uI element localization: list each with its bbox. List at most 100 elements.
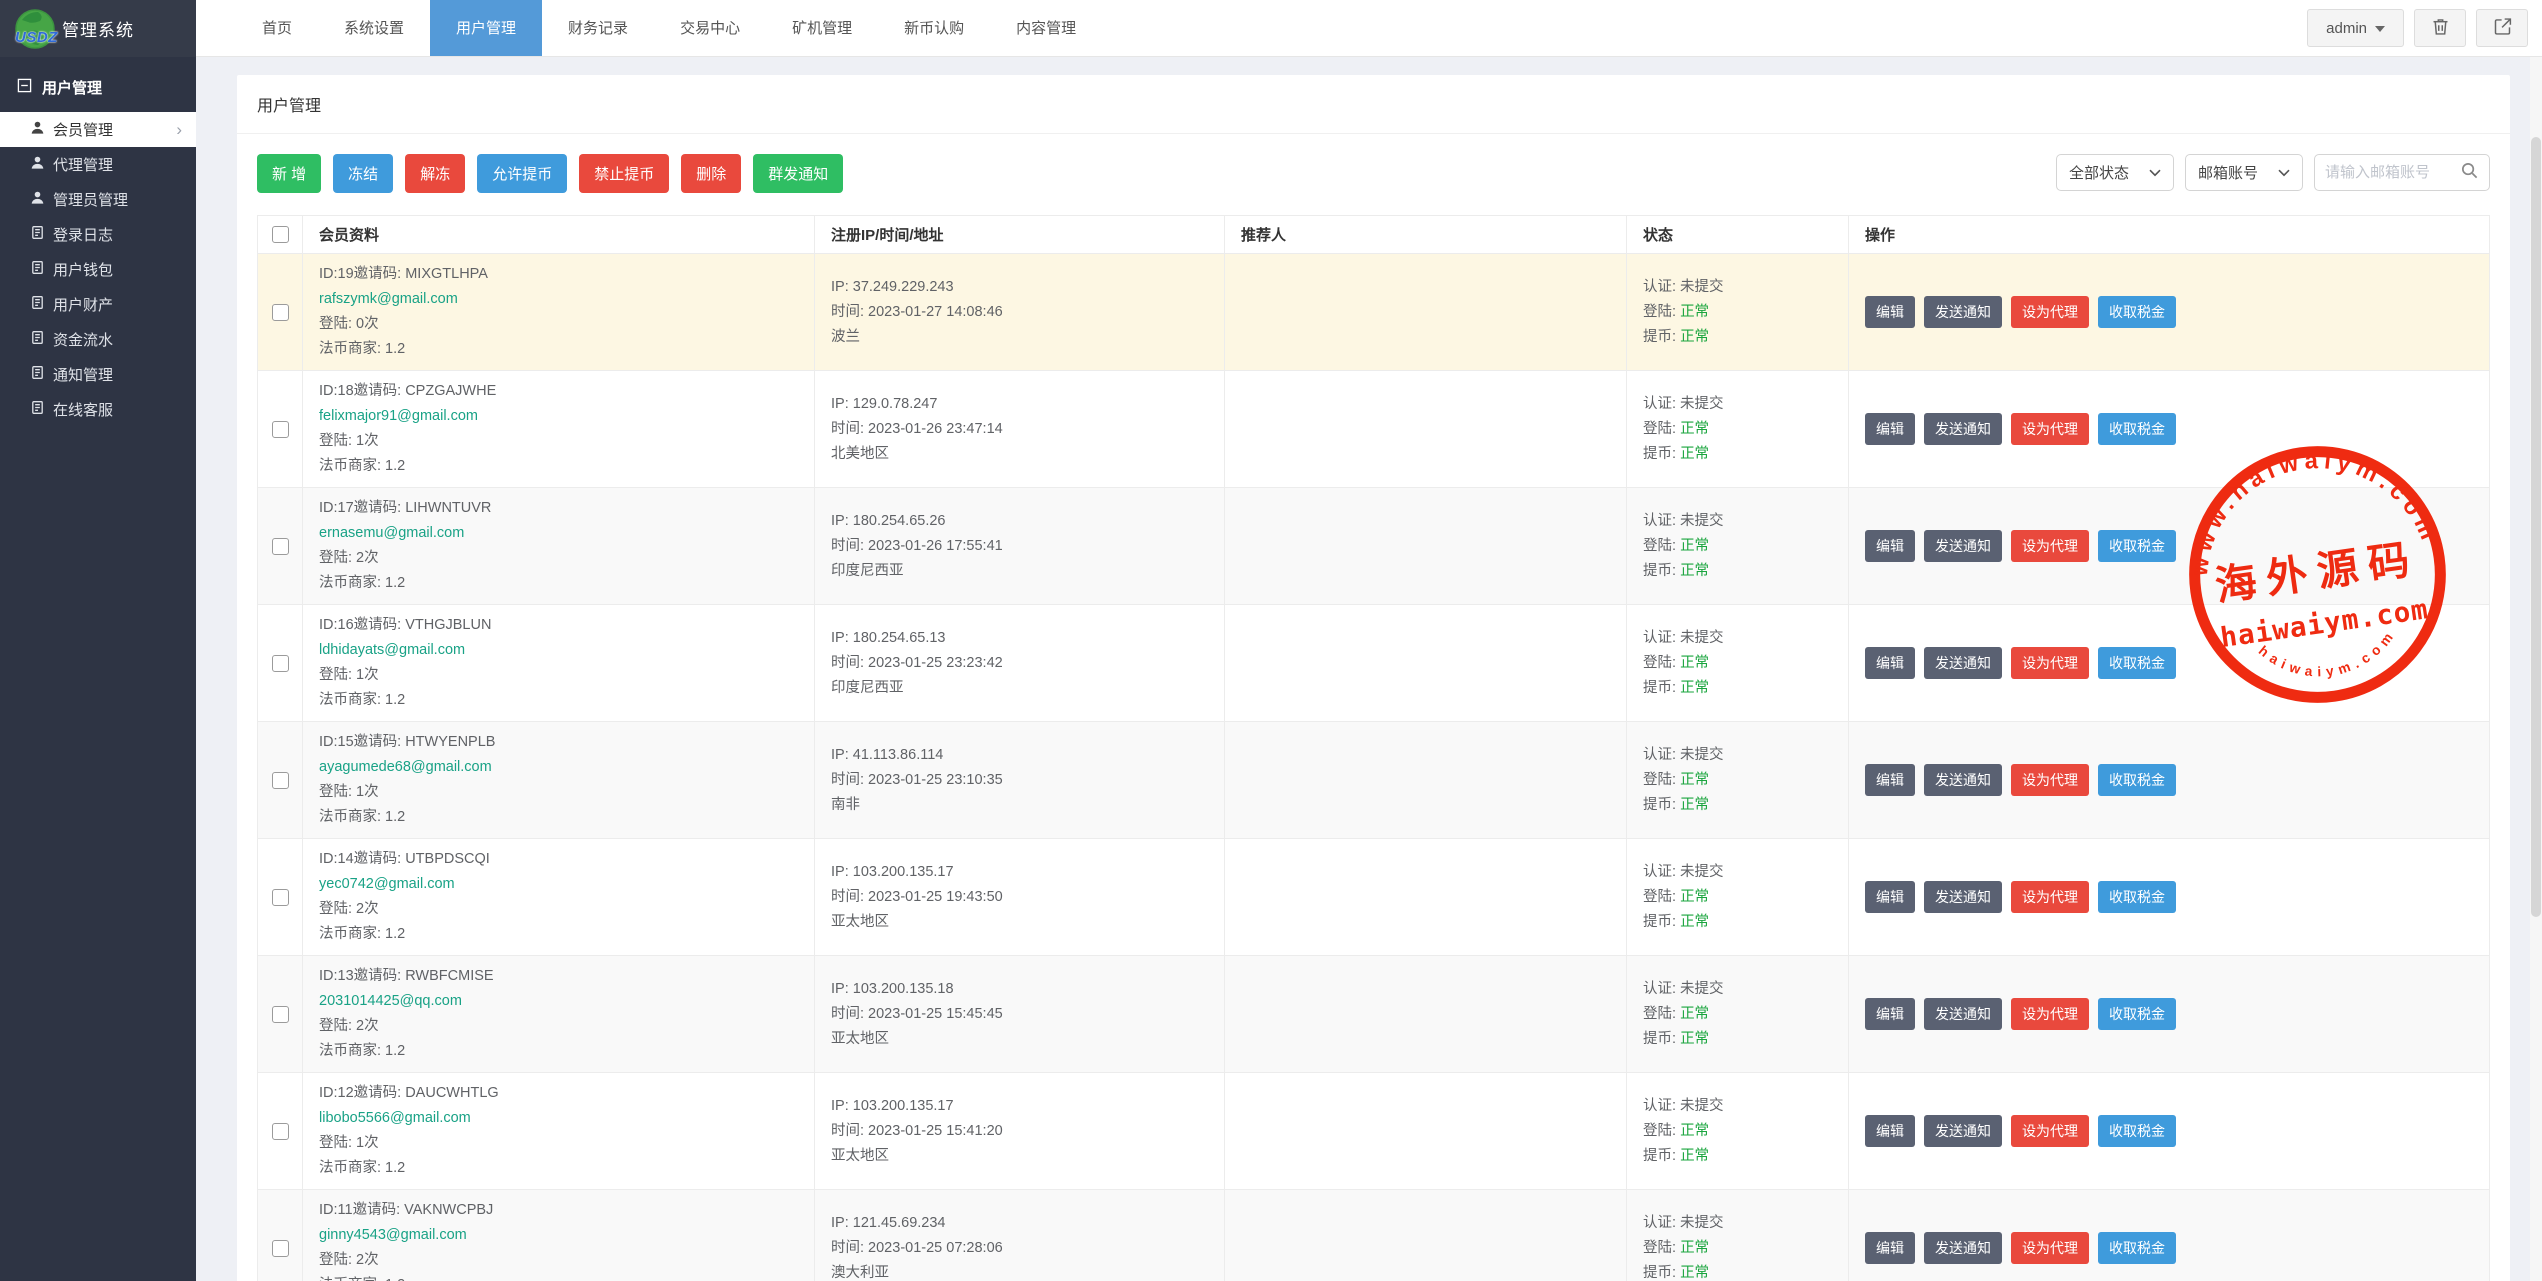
nav-tab-content-management[interactable]: 内容管理 <box>990 0 1102 56</box>
register-location: 南非 <box>831 793 1208 818</box>
set-agent-button[interactable]: 设为代理 <box>2011 296 2089 328</box>
row-checkbox[interactable] <box>272 772 289 789</box>
collect-tax-button[interactable]: 收取税金 <box>2098 1115 2176 1147</box>
clear-cache-button[interactable] <box>2414 9 2466 47</box>
sidebar-item-login-logs[interactable]: 登录日志 <box>0 217 196 252</box>
nav-tab-new-coin-subscribe[interactable]: 新币认购 <box>878 0 990 56</box>
send-notice-button[interactable]: 发送通知 <box>1924 296 2002 328</box>
field-filter-select[interactable]: 邮箱账号 <box>2185 154 2303 191</box>
row-checkbox[interactable] <box>272 421 289 438</box>
row-checkbox[interactable] <box>272 538 289 555</box>
forbid-withdraw-button[interactable]: 禁止提币 <box>579 154 669 193</box>
collect-tax-button[interactable]: 收取税金 <box>2098 296 2176 328</box>
member-email-link[interactable]: ldhidayats@gmail.com <box>319 638 798 663</box>
row-checkbox[interactable] <box>272 304 289 321</box>
collect-tax-button[interactable]: 收取税金 <box>2098 647 2176 679</box>
sidebar-item-user-assets[interactable]: 用户财产 <box>0 287 196 322</box>
member-email-link[interactable]: ayagumede68@gmail.com <box>319 755 798 780</box>
sidebar-item-member-management[interactable]: 会员管理› <box>0 112 196 147</box>
table-row: ID:16邀请码: VTHGJBLUNldhidayats@gmail.com登… <box>258 605 2490 722</box>
edit-button[interactable]: 编辑 <box>1865 296 1915 328</box>
row-checkbox[interactable] <box>272 655 289 672</box>
sidebar-item-fund-flow[interactable]: 资金流水 <box>0 322 196 357</box>
send-notice-button[interactable]: 发送通知 <box>1924 1115 2002 1147</box>
nav-tab-user-management[interactable]: 用户管理 <box>430 0 542 56</box>
sidebar-section-header[interactable]: 用户管理 <box>0 57 196 112</box>
collect-tax-button[interactable]: 收取税金 <box>2098 764 2176 796</box>
set-agent-button[interactable]: 设为代理 <box>2011 530 2089 562</box>
nav-tab-miner-management[interactable]: 矿机管理 <box>766 0 878 56</box>
send-notice-button[interactable]: 发送通知 <box>1924 413 2002 445</box>
row-checkbox[interactable] <box>272 889 289 906</box>
status-filter-select[interactable]: 全部状态 <box>2056 154 2174 191</box>
row-checkbox[interactable] <box>272 1240 289 1257</box>
edit-button[interactable]: 编辑 <box>1865 998 1915 1030</box>
send-notice-button[interactable]: 发送通知 <box>1924 764 2002 796</box>
search-input[interactable] <box>2325 164 2460 181</box>
edit-button[interactable]: 编辑 <box>1865 530 1915 562</box>
collect-tax-button[interactable]: 收取税金 <box>2098 1232 2176 1264</box>
sidebar-item-user-wallet[interactable]: 用户钱包 <box>0 252 196 287</box>
document-icon <box>30 260 45 279</box>
freeze-button[interactable]: 冻结 <box>333 154 393 193</box>
actions-cell: 编辑发送通知设为代理收取税金 <box>1849 605 2490 722</box>
edit-button[interactable]: 编辑 <box>1865 1115 1915 1147</box>
add-button[interactable]: 新 增 <box>257 154 321 193</box>
nav-tab-system-settings[interactable]: 系统设置 <box>318 0 430 56</box>
member-info-cell: ID:14邀请码: UTBPDSCQIyec0742@gmail.com登陆: … <box>303 839 815 956</box>
send-notice-button[interactable]: 发送通知 <box>1924 1232 2002 1264</box>
select-all-checkbox[interactable] <box>272 226 289 243</box>
delete-button[interactable]: 删除 <box>681 154 741 193</box>
sidebar-item-online-service[interactable]: 在线客服 <box>0 392 196 427</box>
collect-tax-button[interactable]: 收取税金 <box>2098 998 2176 1030</box>
row-checkbox[interactable] <box>272 1006 289 1023</box>
register-ip: IP: 180.254.65.26 <box>831 509 1208 534</box>
set-agent-button[interactable]: 设为代理 <box>2011 881 2089 913</box>
actions-cell: 编辑发送通知设为代理收取税金 <box>1849 722 2490 839</box>
edit-button[interactable]: 编辑 <box>1865 647 1915 679</box>
set-agent-button[interactable]: 设为代理 <box>2011 1115 2089 1147</box>
member-email-link[interactable]: ernasemu@gmail.com <box>319 521 798 546</box>
collect-tax-button[interactable]: 收取税金 <box>2098 413 2176 445</box>
broadcast-notice-button[interactable]: 群发通知 <box>753 154 843 193</box>
sidebar-item-agent-management[interactable]: 代理管理 <box>0 147 196 182</box>
member-email-link[interactable]: libobo5566@gmail.com <box>319 1106 798 1131</box>
page-scrollbar[interactable] <box>2530 57 2542 1281</box>
nav-tab-trade-center[interactable]: 交易中心 <box>654 0 766 56</box>
user-menu-button[interactable]: admin <box>2307 9 2404 47</box>
row-actions: 编辑发送通知设为代理收取税金 <box>1865 764 2473 796</box>
send-notice-button[interactable]: 发送通知 <box>1924 530 2002 562</box>
set-agent-button[interactable]: 设为代理 <box>2011 413 2089 445</box>
status-cell: 认证: 未提交登陆: 正常提币: 正常 <box>1627 371 1849 488</box>
set-agent-button[interactable]: 设为代理 <box>2011 647 2089 679</box>
edit-button[interactable]: 编辑 <box>1865 764 1915 796</box>
edit-button[interactable]: 编辑 <box>1865 881 1915 913</box>
sidebar-item-notice-management[interactable]: 通知管理 <box>0 357 196 392</box>
send-notice-button[interactable]: 发送通知 <box>1924 881 2002 913</box>
nav-tab-finance-records[interactable]: 财务记录 <box>542 0 654 56</box>
row-checkbox[interactable] <box>272 1123 289 1140</box>
unfreeze-button[interactable]: 解冻 <box>405 154 465 193</box>
set-agent-button[interactable]: 设为代理 <box>2011 764 2089 796</box>
member-email-link[interactable]: 2031014425@qq.com <box>319 989 798 1014</box>
member-email-link[interactable]: rafszymk@gmail.com <box>319 287 798 312</box>
trash-icon <box>2430 16 2451 41</box>
member-email-link[interactable]: yec0742@gmail.com <box>319 872 798 897</box>
send-notice-button[interactable]: 发送通知 <box>1924 647 2002 679</box>
logout-button[interactable] <box>2476 9 2528 47</box>
sidebar-item-admin-management[interactable]: 管理员管理 <box>0 182 196 217</box>
collect-tax-button[interactable]: 收取税金 <box>2098 881 2176 913</box>
set-agent-button[interactable]: 设为代理 <box>2011 1232 2089 1264</box>
member-email-link[interactable]: ginny4543@gmail.com <box>319 1223 798 1248</box>
collect-tax-button[interactable]: 收取税金 <box>2098 530 2176 562</box>
withdraw-status-value: 正常 <box>1680 1265 1709 1281</box>
set-agent-button[interactable]: 设为代理 <box>2011 998 2089 1030</box>
edit-button[interactable]: 编辑 <box>1865 1232 1915 1264</box>
search-icon[interactable] <box>2460 161 2479 185</box>
send-notice-button[interactable]: 发送通知 <box>1924 998 2002 1030</box>
scrollbar-thumb[interactable] <box>2531 137 2541 917</box>
allow-withdraw-button[interactable]: 允许提币 <box>477 154 567 193</box>
nav-tab-home[interactable]: 首页 <box>236 0 318 56</box>
member-email-link[interactable]: felixmajor91@gmail.com <box>319 404 798 429</box>
edit-button[interactable]: 编辑 <box>1865 413 1915 445</box>
